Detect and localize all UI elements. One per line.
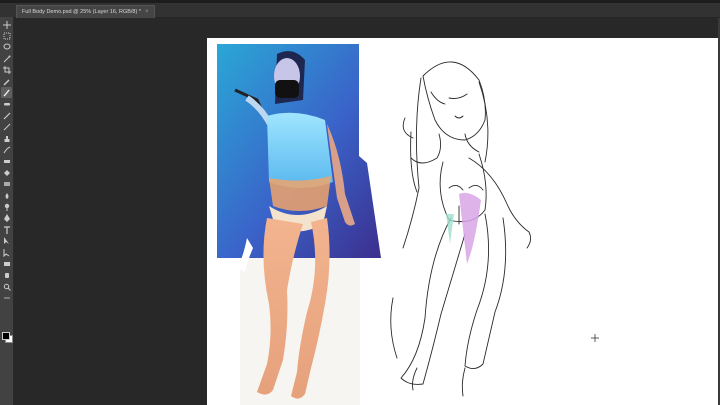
document-tab-bar: Full Body Demo.psd @ 25% (Layer 16, RGB/… <box>0 3 720 18</box>
blur-tool-icon[interactable] <box>1 190 12 201</box>
dodge-tool-icon[interactable] <box>1 201 12 212</box>
crop-tool-icon[interactable] <box>1 65 12 76</box>
crosshair-cursor-icon <box>591 334 599 342</box>
pencil-tool-icon[interactable] <box>1 110 12 121</box>
move-tool-icon[interactable] <box>1 19 12 30</box>
mixer-brush-tool-icon[interactable] <box>1 122 12 133</box>
eraser-tool-icon[interactable] <box>1 156 12 167</box>
pen-tool-icon[interactable] <box>1 213 12 224</box>
close-tab-icon[interactable]: × <box>145 9 149 15</box>
tools-panel <box>0 17 14 405</box>
zoom-tool-icon[interactable] <box>1 281 12 292</box>
healing-tool-icon[interactable] <box>1 99 12 110</box>
marquee-tool-icon[interactable] <box>1 30 12 41</box>
path-selection-tool-icon[interactable] <box>1 236 12 247</box>
brush-tool-icon[interactable] <box>1 87 12 99</box>
lasso-tool-icon[interactable] <box>1 42 12 53</box>
paint-bucket-tool-icon[interactable] <box>1 167 12 178</box>
document-tab[interactable]: Full Body Demo.psd @ 25% (Layer 16, RGB/… <box>16 5 155 18</box>
direct-selection-tool-icon[interactable] <box>1 247 12 258</box>
more-tools-icon[interactable] <box>1 293 12 304</box>
history-brush-tool-icon[interactable] <box>1 144 12 155</box>
hand-tool-icon[interactable] <box>1 270 12 281</box>
document-tab-title: Full Body Demo.psd @ 25% (Layer 16, RGB/… <box>22 9 141 15</box>
rectangle-tool-icon[interactable] <box>1 258 12 269</box>
clone-stamp-tool-icon[interactable] <box>1 133 12 144</box>
reference-photo-layer <box>217 44 381 405</box>
magic-wand-tool-icon[interactable] <box>1 53 12 64</box>
document-canvas[interactable] <box>207 38 719 405</box>
eyedropper-tool-icon[interactable] <box>1 76 12 87</box>
gradient-tool-icon[interactable] <box>1 179 12 190</box>
type-tool-icon[interactable] <box>1 224 12 235</box>
line-art-sketch-layer <box>390 61 532 397</box>
foreground-color-swatch[interactable] <box>2 332 10 340</box>
